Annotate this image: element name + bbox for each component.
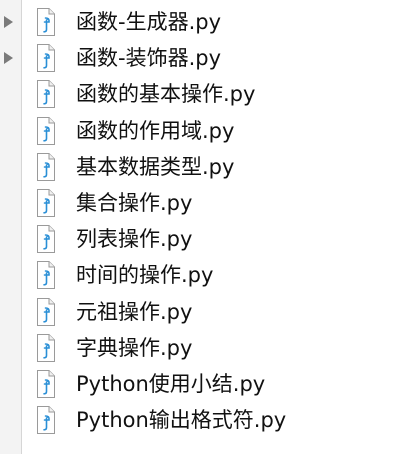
python-file-icon	[36, 7, 56, 37]
file-name: 字典操作.py	[76, 335, 193, 360]
python-file-icon	[36, 152, 56, 182]
file-row[interactable]: 字典操作.py	[0, 330, 408, 366]
python-file-icon	[36, 79, 56, 109]
python-file-icon	[36, 405, 56, 435]
file-row[interactable]: 集合操作.py	[0, 185, 408, 221]
file-name: 函数-装饰器.py	[76, 46, 222, 71]
file-name: 时间的操作.py	[76, 263, 214, 288]
file-name: 元祖操作.py	[76, 299, 193, 324]
file-name: 集合操作.py	[76, 191, 193, 216]
python-file-icon	[36, 260, 56, 290]
file-list: 函数-生成器.py 函数-装饰器.py 函数的基本操作.py 函数的作用域.py…	[0, 4, 408, 438]
file-row[interactable]: 函数的基本操作.py	[0, 76, 408, 112]
file-name: 函数的基本操作.py	[76, 82, 256, 107]
file-row[interactable]: Python输出格式符.py	[0, 402, 408, 438]
file-row[interactable]: 函数-装饰器.py	[0, 40, 408, 76]
file-row[interactable]: 函数的作用域.py	[0, 113, 408, 149]
python-file-icon	[36, 116, 56, 146]
file-row[interactable]: 元祖操作.py	[0, 294, 408, 330]
python-file-icon	[36, 43, 56, 73]
file-row[interactable]: Python使用小结.py	[0, 366, 408, 402]
file-row[interactable]: 函数-生成器.py	[0, 4, 408, 40]
file-row[interactable]: 列表操作.py	[0, 221, 408, 257]
file-row[interactable]: 基本数据类型.py	[0, 149, 408, 185]
python-file-icon	[36, 188, 56, 218]
disclosure-triangle-icon[interactable]	[4, 52, 13, 65]
python-file-icon	[36, 369, 56, 399]
file-name: 基本数据类型.py	[76, 154, 235, 179]
file-row[interactable]: 时间的操作.py	[0, 257, 408, 293]
file-name: 列表操作.py	[76, 227, 193, 252]
file-name: 函数-生成器.py	[76, 10, 222, 35]
file-name: Python输出格式符.py	[76, 408, 287, 433]
file-name: 函数的作用域.py	[76, 118, 235, 143]
python-file-icon	[36, 224, 56, 254]
disclosure-triangle-icon[interactable]	[4, 16, 13, 29]
file-name: Python使用小结.py	[76, 371, 266, 396]
python-file-icon	[36, 297, 56, 327]
python-file-icon	[36, 333, 56, 363]
